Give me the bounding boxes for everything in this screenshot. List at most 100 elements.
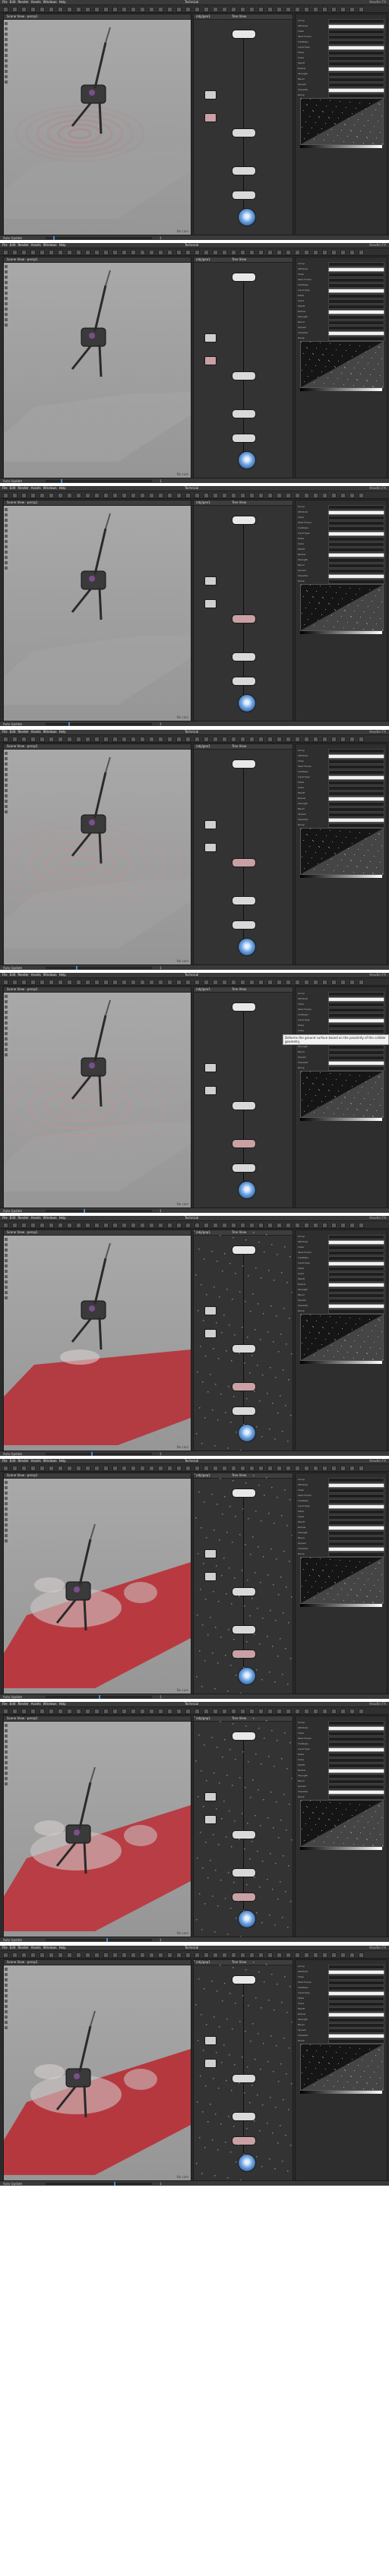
parm-row[interactable]: Mode [298, 294, 384, 298]
shelf-tool-icon[interactable] [58, 7, 63, 12]
shelf-tool-icon[interactable] [322, 980, 327, 985]
network-tree-tab[interactable]: Tree View [232, 987, 246, 992]
network-editor[interactable]: /obj/geo1 Tree View [193, 1959, 293, 2181]
shelf-tool-icon[interactable] [340, 1466, 346, 1471]
menu-item-windows[interactable]: Windows [43, 973, 57, 977]
scene-viewport[interactable]: Scene View · persp1 No cam [3, 257, 191, 478]
timeline-playhead[interactable] [84, 1209, 85, 1213]
shelf-tool-icon[interactable] [85, 737, 90, 742]
parm-field[interactable] [328, 2018, 384, 2022]
output-node[interactable] [232, 434, 256, 443]
shelf-tool-icon[interactable] [167, 1953, 172, 1958]
parm-field[interactable] [328, 1732, 384, 1736]
shelf-tool-icon[interactable] [267, 1709, 273, 1714]
network-editor[interactable]: /obj/geo1 Tree View [193, 500, 293, 721]
parm-field[interactable] [328, 775, 384, 780]
update-mode[interactable]: Auto Update [3, 965, 22, 970]
desktop-selector[interactable]: Technical [185, 0, 198, 5]
parm-field[interactable] [328, 1235, 384, 1239]
shelf-tool-icon[interactable] [240, 250, 245, 255]
parm-row[interactable]: Mode [298, 1024, 384, 1028]
transform-node[interactable] [204, 113, 217, 122]
parm-field[interactable] [328, 802, 384, 807]
parm-field[interactable] [328, 1245, 384, 1250]
parm-row[interactable]: Scale [298, 542, 384, 547]
shelf-tool-icon[interactable] [295, 493, 300, 498]
parm-row[interactable]: Ramp [298, 1066, 384, 1071]
shelf-tool-icon[interactable] [340, 1223, 346, 1228]
shelf-tool-icon[interactable] [286, 1466, 291, 1471]
parm-field[interactable] [328, 1504, 384, 1509]
display-sphere-node[interactable] [238, 451, 256, 469]
shelf-tool-icon[interactable] [85, 1709, 90, 1714]
parm-field[interactable] [328, 1013, 384, 1018]
shelf-tool-icon[interactable] [204, 737, 209, 742]
parm-field[interactable] [328, 1478, 384, 1482]
shelf-tool-icon[interactable] [249, 737, 255, 742]
parm-field[interactable] [328, 574, 384, 579]
ground-grid-node[interactable] [232, 1101, 256, 1110]
shelf-tool-icon[interactable] [277, 1466, 282, 1471]
shelf-tool-icon[interactable] [359, 1953, 364, 1958]
shelf-tool-icon[interactable] [67, 1709, 72, 1714]
shelf-tool-icon[interactable] [30, 1953, 36, 1958]
shelf-tool-icon[interactable] [112, 1466, 118, 1471]
parm-field[interactable] [328, 1965, 384, 1969]
shelf-tool-icon[interactable] [213, 1466, 218, 1471]
parm-row[interactable]: Spread [298, 83, 384, 87]
shelf-tool-icon[interactable] [295, 250, 300, 255]
ground-grid-node[interactable] [232, 858, 256, 867]
parm-field[interactable] [328, 1779, 384, 1784]
shelf-tool-icon[interactable] [12, 1223, 17, 1228]
parm-field[interactable] [328, 569, 384, 573]
parm-field[interactable] [328, 558, 384, 563]
shelf-tool-icon[interactable] [313, 1466, 318, 1471]
shelf-tool-icon[interactable] [304, 980, 309, 985]
deform-solver-node[interactable] [232, 652, 256, 661]
shelf-tool-icon[interactable] [222, 1709, 227, 1714]
timeline-slider[interactable] [46, 1695, 152, 1699]
parameter-pane[interactable]: Group Attribute Class Start Frame Substeps In… [295, 987, 387, 1208]
parm-row[interactable]: Mode [298, 51, 384, 55]
parm-row[interactable]: Start Frame [298, 1981, 384, 1985]
menu-item-help[interactable]: Help [59, 1702, 66, 1706]
parm-field[interactable] [328, 1299, 384, 1303]
ramp-gradient-bar[interactable] [300, 1118, 382, 1121]
menu-item-windows[interactable]: Windows [43, 1216, 57, 1220]
shelf-tool-icon[interactable] [322, 250, 327, 255]
shelf-tool-icon[interactable] [131, 1709, 136, 1714]
shelf-tool-icon[interactable] [194, 1223, 200, 1228]
desktop-selector[interactable]: Technical [185, 1702, 198, 1706]
shelf-tool-icon[interactable] [131, 1223, 136, 1228]
timeline-playhead[interactable] [61, 479, 62, 483]
parm-row[interactable]: Falloff [298, 62, 384, 66]
shelf-tool-icon[interactable] [131, 980, 136, 985]
shelf-tool-icon[interactable] [176, 1953, 182, 1958]
parm-row[interactable]: Blend [298, 1293, 384, 1298]
shelf-tool-icon[interactable] [58, 1223, 63, 1228]
parm-field[interactable] [328, 273, 384, 277]
parm-field[interactable] [328, 299, 384, 304]
parm-field[interactable] [328, 1056, 384, 1060]
shelf-tool-icon[interactable] [49, 250, 54, 255]
falloff-ramp[interactable] [300, 1557, 384, 1604]
shelf-tool-icon[interactable] [3, 737, 8, 742]
parameter-pane[interactable]: Group Attribute Class Start Frame Substeps In… [295, 1473, 387, 1694]
parm-row[interactable]: Class [298, 1975, 384, 1980]
shelf-tool-icon[interactable] [240, 7, 245, 12]
parm-field[interactable] [328, 770, 384, 775]
shelf-tool-icon[interactable] [30, 737, 36, 742]
shelf-tool-icon[interactable] [295, 7, 300, 12]
menu-item-assets[interactable]: Assets [31, 730, 41, 734]
shelf-tool-icon[interactable] [158, 1709, 163, 1714]
shelf-tool-icon[interactable] [359, 7, 364, 12]
shelf-tool-icon[interactable] [331, 7, 337, 12]
shelf-tool-icon[interactable] [258, 1709, 264, 1714]
menu-item-windows[interactable]: Windows [43, 243, 57, 248]
shelf-tool-icon[interactable] [58, 250, 63, 255]
parm-row[interactable]: Scale [298, 786, 384, 791]
parm-row[interactable]: Blend [298, 1050, 384, 1055]
shelf-tool-icon[interactable] [103, 1223, 109, 1228]
parm-row[interactable]: Substeps [298, 1986, 384, 1990]
output-node[interactable] [232, 677, 256, 686]
